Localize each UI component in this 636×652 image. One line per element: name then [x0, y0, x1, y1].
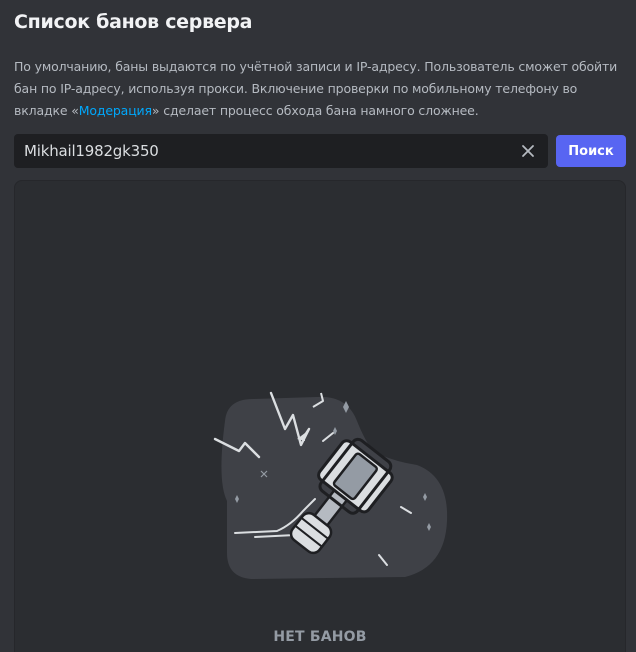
search-input[interactable]	[24, 142, 518, 160]
moderation-link[interactable]: Модерация	[79, 103, 152, 118]
search-box	[14, 134, 548, 168]
no-bans-label: НЕТ БАНОВ	[273, 629, 367, 645]
close-icon[interactable]	[518, 141, 538, 161]
bans-list-panel: НЕТ БАНОВ	[14, 180, 626, 652]
description-text-end: » сделает процесс обхода бана намного сл…	[151, 103, 479, 118]
search-row: Поиск	[14, 134, 626, 168]
bans-description: По умолчанию, баны выдаются по учётной з…	[14, 56, 624, 122]
search-button[interactable]: Поиск	[556, 135, 626, 167]
ban-hammer-illustration	[213, 391, 448, 579]
server-bans-page: Список банов сервера По умолчанию, баны …	[0, 0, 636, 652]
page-title: Список банов сервера	[14, 11, 253, 33]
